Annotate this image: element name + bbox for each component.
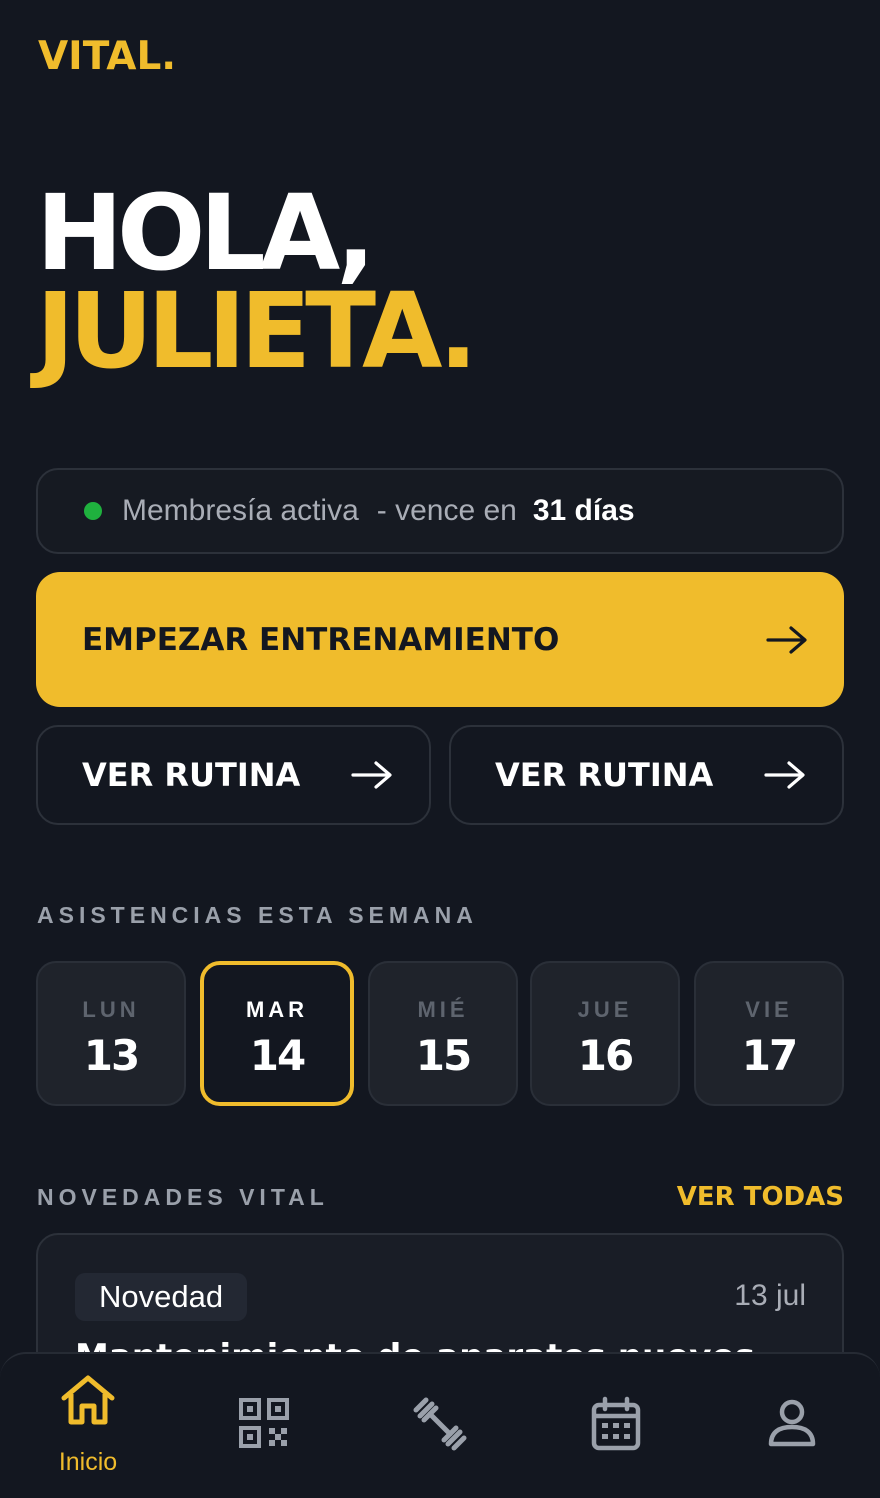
news-date: 13 jul	[734, 1279, 806, 1312]
membership-expiry-label: - vence en	[376, 494, 517, 527]
calendar-icon	[591, 1396, 641, 1451]
arrow-right-icon	[766, 625, 807, 654]
attendance-section-title: ASISTENCIAS ESTA SEMANA	[37, 902, 478, 928]
nav-qr[interactable]	[176, 1354, 352, 1498]
home-icon	[61, 1375, 115, 1425]
see-all-news-link[interactable]: VER TODAS	[677, 1182, 844, 1212]
attendance-week: LUN 13 MAR 14 MIÉ 15 JUE 16 VIE 17	[36, 961, 844, 1106]
arrow-right-icon	[764, 761, 805, 789]
day-mie[interactable]: MIÉ 15	[368, 961, 518, 1106]
day-lun[interactable]: LUN 13	[36, 961, 186, 1106]
view-routine-button-left[interactable]: VER RUTINA	[36, 725, 431, 825]
status-dot-icon	[84, 502, 102, 520]
day-jue[interactable]: JUE 16	[530, 961, 680, 1106]
dumbbell-icon	[413, 1397, 467, 1451]
membership-status-card: Membresía activa - vence en 31 días	[36, 468, 844, 554]
user-icon	[768, 1399, 816, 1447]
nav-workouts[interactable]	[352, 1354, 528, 1498]
day-name: MAR	[245, 997, 309, 1022]
day-number: 14	[249, 1031, 306, 1080]
day-number: 17	[741, 1031, 798, 1080]
day-name: JUE	[577, 997, 633, 1022]
arrow-right-icon	[351, 761, 392, 789]
membership-days-remaining: 31 días	[532, 494, 635, 527]
day-name: LUN	[82, 997, 140, 1022]
view-routine-button-right[interactable]: VER RUTINA	[449, 725, 844, 825]
nav-home-label: Inicio	[58, 1448, 118, 1476]
greeting-line-1: HOLA,	[36, 172, 376, 294]
qr-code-icon	[239, 1398, 289, 1448]
news-tag-badge: Novedad	[75, 1273, 248, 1321]
view-routine-label: VER RUTINA	[82, 756, 301, 794]
bottom-navigation-bar: Inicio	[0, 1352, 880, 1498]
start-training-button[interactable]: EMPEZAR ENTRENAMIENTO	[36, 572, 844, 707]
start-training-label: EMPEZAR ENTRENAMIENTO	[82, 621, 560, 658]
news-section-title: NOVEDADES VITAL	[37, 1184, 329, 1210]
day-vie[interactable]: VIE 17	[694, 961, 844, 1106]
day-number: 15	[415, 1031, 472, 1080]
day-number: 16	[577, 1031, 634, 1080]
nav-home[interactable]: Inicio	[0, 1354, 176, 1498]
day-name: MIÉ	[417, 997, 469, 1022]
day-mar-selected[interactable]: MAR 14	[200, 961, 354, 1106]
day-number: 13	[83, 1031, 140, 1080]
nav-calendar[interactable]	[528, 1354, 704, 1498]
app-logo: VITAL.	[38, 34, 177, 79]
membership-status-text: Membresía activa	[122, 494, 359, 527]
greeting-heading: HOLA, JULIETA.	[36, 172, 478, 392]
nav-profile[interactable]	[704, 1354, 880, 1498]
day-name: VIE	[745, 997, 793, 1022]
greeting-name: JULIETA.	[36, 270, 478, 392]
view-routine-label: VER RUTINA	[495, 756, 714, 794]
